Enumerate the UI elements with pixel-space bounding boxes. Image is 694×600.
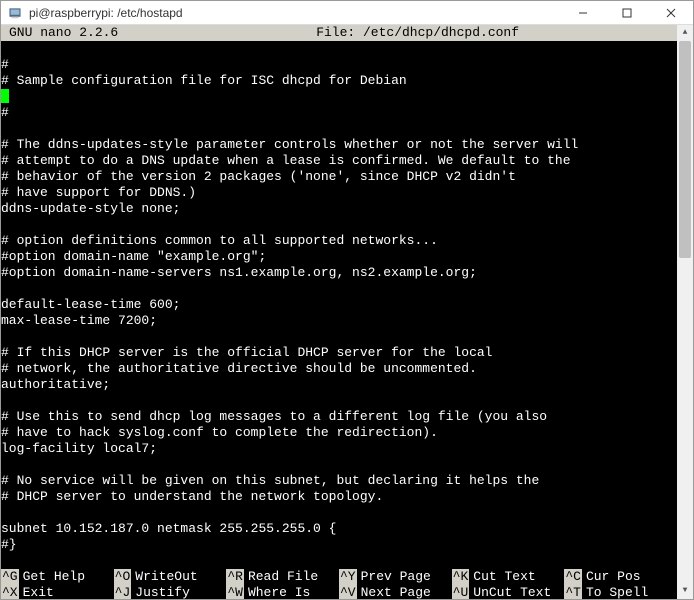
shortcut-label: WriteOut (131, 569, 197, 585)
shortcut-key: ^O (114, 569, 132, 585)
shortcut-item: ^XExit (1, 585, 114, 599)
editor-line: subnet 10.152.187.0 netmask 255.255.255.… (1, 521, 677, 537)
window-title: pi@raspberrypi: /etc/hostapd (29, 6, 561, 20)
shortcut-key: ^J (114, 585, 132, 599)
shortcut-label: Prev Page (357, 569, 431, 585)
shortcut-key: ^V (339, 585, 357, 599)
shortcut-item: ^YPrev Page (339, 569, 452, 585)
editor-line: # The ddns-updates-style parameter contr… (1, 137, 677, 153)
shortcut-label: UnCut Text (469, 585, 551, 599)
window-titlebar: pi@raspberrypi: /etc/hostapd (1, 1, 693, 25)
shortcut-item: ^JJustify (114, 585, 227, 599)
editor-line: ddns-update-style none; (1, 201, 677, 217)
blank-line (1, 553, 677, 569)
shortcut-item: ^TTo Spell (564, 585, 677, 599)
editor-line: #} (1, 537, 677, 553)
scroll-up-button[interactable]: ▲ (677, 25, 693, 41)
terminal-content: GNU nano 2.2.6 File: /etc/dhcp/dhcpd.con… (1, 25, 677, 599)
putty-window: pi@raspberrypi: /etc/hostapd GNU nano 2.… (0, 0, 694, 600)
shortcut-label: Cut Text (469, 569, 535, 585)
scrollbar-track[interactable] (677, 41, 693, 583)
shortcut-item: ^CCur Pos (564, 569, 677, 585)
editor-line: # DHCP server to understand the network … (1, 489, 677, 505)
editor-line: #option domain-name "example.org"; (1, 249, 677, 265)
vertical-scrollbar[interactable]: ▲ ▼ (677, 25, 693, 599)
editor-line (1, 329, 677, 345)
editor-line: authoritative; (1, 377, 677, 393)
shortcut-key: ^T (564, 585, 582, 599)
editor-line: max-lease-time 7200; (1, 313, 677, 329)
editor-line: # (1, 57, 677, 73)
editor-line: log-facility local7; (1, 441, 677, 457)
nano-header: GNU nano 2.2.6 File: /etc/dhcp/dhcpd.con… (1, 25, 677, 41)
shortcut-key: ^W (226, 585, 244, 599)
nano-shortcuts: ^GGet Help^OWriteOut^RRead File^YPrev Pa… (1, 569, 677, 599)
editor-line (1, 393, 677, 409)
putty-icon (7, 5, 23, 21)
terminal-area[interactable]: GNU nano 2.2.6 File: /etc/dhcp/dhcpd.con… (1, 25, 693, 599)
shortcut-key: ^Y (339, 569, 357, 585)
close-button[interactable] (649, 1, 693, 24)
shortcut-item: ^UUnCut Text (452, 585, 565, 599)
maximize-button[interactable] (605, 1, 649, 24)
shortcut-label: Get Help (19, 569, 85, 585)
editor-line: # attempt to do a DNS update when a leas… (1, 153, 677, 169)
editor-line (1, 121, 677, 137)
editor-line: # Sample configuration file for ISC dhcp… (1, 73, 677, 89)
shortcut-item: ^VNext Page (339, 585, 452, 599)
editor-body[interactable]: ## Sample configuration file for ISC dhc… (1, 57, 677, 553)
shortcut-item: ^GGet Help (1, 569, 114, 585)
shortcut-item: ^RRead File (226, 569, 339, 585)
shortcut-label: Where Is (244, 585, 310, 599)
scroll-down-button[interactable]: ▼ (677, 583, 693, 599)
editor-line: # If this DHCP server is the official DH… (1, 345, 677, 361)
nano-file-label: File: /etc/dhcp/dhcpd.conf (118, 25, 677, 41)
editor-line (1, 505, 677, 521)
shortcut-item: ^WWhere Is (226, 585, 339, 599)
editor-line (1, 217, 677, 233)
shortcut-label: Next Page (357, 585, 431, 599)
blank-line (1, 41, 677, 57)
editor-line: # have support for DDNS.) (1, 185, 677, 201)
shortcut-item: ^KCut Text (452, 569, 565, 585)
editor-line: # behavior of the version 2 packages ('n… (1, 169, 677, 185)
shortcut-key: ^R (226, 569, 244, 585)
shortcut-label: To Spell (582, 585, 648, 599)
shortcut-label: Exit (19, 585, 54, 599)
editor-line: default-lease-time 600; (1, 297, 677, 313)
editor-line: #option domain-name-servers ns1.example.… (1, 265, 677, 281)
editor-line: # option definitions common to all suppo… (1, 233, 677, 249)
editor-line: # network, the authoritative directive s… (1, 361, 677, 377)
nano-app-version: GNU nano 2.2.6 (1, 25, 118, 41)
editor-line: # No service will be given on this subne… (1, 473, 677, 489)
editor-line: # Use this to send dhcp log messages to … (1, 409, 677, 425)
minimize-button[interactable] (561, 1, 605, 24)
shortcut-label: Justify (131, 585, 190, 599)
shortcut-label: Cur Pos (582, 569, 641, 585)
editor-line (1, 281, 677, 297)
shortcut-key: ^K (452, 569, 470, 585)
text-cursor (1, 89, 9, 103)
scrollbar-thumb[interactable] (679, 41, 691, 258)
shortcut-item: ^OWriteOut (114, 569, 227, 585)
shortcut-key: ^U (452, 585, 470, 599)
shortcut-key: ^C (564, 569, 582, 585)
shortcut-label: Read File (244, 569, 318, 585)
editor-line (1, 457, 677, 473)
window-controls (561, 1, 693, 24)
shortcut-key: ^G (1, 569, 19, 585)
editor-line (1, 89, 677, 105)
shortcut-key: ^X (1, 585, 19, 599)
editor-line: # (1, 105, 677, 121)
editor-line: # have to hack syslog.conf to complete t… (1, 425, 677, 441)
